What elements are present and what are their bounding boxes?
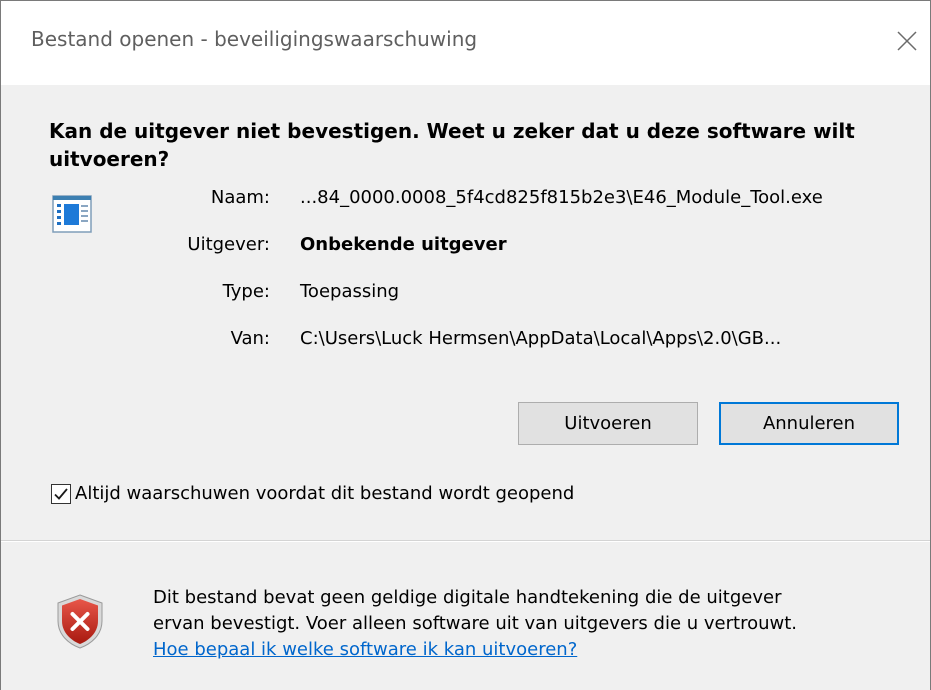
name-label: Naam:: [210, 187, 270, 208]
dialog-title: Bestand openen - beveiligingswaarschuwin…: [31, 27, 478, 51]
type-value: Toepassing: [300, 281, 400, 302]
name-value: ...84_0000.0008_5f4cd825f815b2e3\E46_Mod…: [300, 187, 823, 208]
section-divider-highlight: [1, 541, 930, 542]
warning-line-2: ervan bevestigt. Voer alleen software ui…: [153, 613, 797, 634]
type-label: Type:: [222, 281, 270, 302]
title-bar[interactable]: Bestand openen - beveiligingswaarschuwin…: [1, 1, 930, 85]
from-label: Van:: [230, 328, 270, 349]
signature-warning: Dit bestand bevat geen geldige digitale …: [153, 585, 913, 663]
checkmark-icon: [54, 487, 68, 500]
always-warn-checkbox[interactable]: [51, 483, 71, 504]
warning-heading: Kan de uitgever niet bevestigen. Weet u …: [49, 119, 855, 171]
always-warn-option[interactable]: Altijd waarschuwen voordat dit bestand w…: [51, 483, 574, 504]
publisher-label: Uitgever:: [187, 234, 270, 255]
application-icon: [52, 195, 92, 233]
security-warning-dialog: Bestand openen - beveiligingswaarschuwin…: [0, 0, 931, 690]
shield-error-icon: [57, 594, 103, 649]
always-warn-label[interactable]: Altijd waarschuwen voordat dit bestand w…: [75, 483, 574, 504]
run-button[interactable]: Uitvoeren: [518, 402, 698, 445]
cancel-button[interactable]: Annuleren: [719, 402, 899, 445]
close-icon: [897, 31, 917, 51]
from-value: C:\Users\Luck Hermsen\AppData\Local\Apps…: [300, 328, 782, 349]
warning-line-1: Dit bestand bevat geen geldige digitale …: [153, 587, 782, 608]
publisher-value: Onbekende uitgever: [300, 234, 507, 255]
help-link[interactable]: Hoe bepaal ik welke software ik kan uitv…: [153, 639, 577, 660]
close-button[interactable]: [884, 13, 930, 69]
